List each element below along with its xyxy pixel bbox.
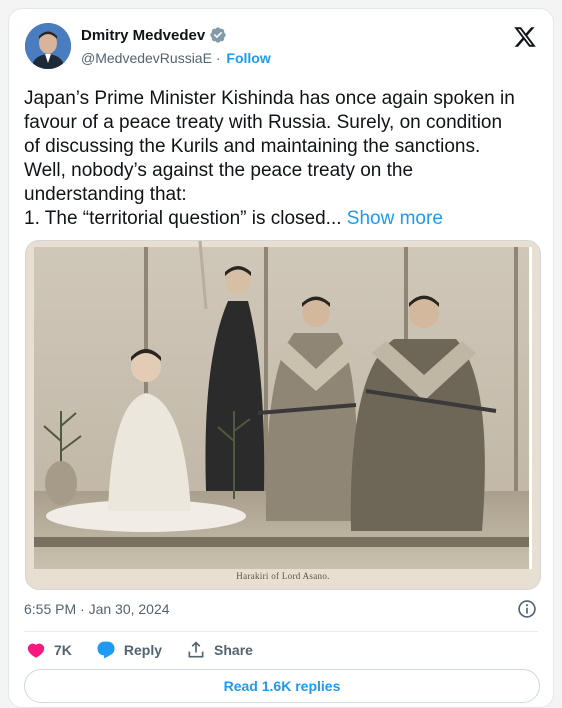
author-display-name[interactable]: Dmitry Medvedev: [81, 27, 205, 44]
x-logo-icon[interactable]: [513, 25, 537, 49]
heart-icon: [27, 643, 45, 658]
tweet-line-truncated: 1. The “territorial question” is closed.…: [24, 208, 342, 229]
share-icon: [188, 641, 204, 658]
reply-button[interactable]: Reply: [96, 640, 162, 660]
reply-bubble-icon: [97, 641, 115, 659]
tweet-line: of discussing the Kurils and maintaining…: [24, 136, 481, 157]
tweet-text: Japan’s Prime Minister Kishinda has once…: [24, 87, 544, 231]
follow-button[interactable]: Follow: [226, 50, 270, 66]
divider: [24, 631, 538, 632]
tweet-line: understanding that:: [24, 184, 187, 205]
info-icon[interactable]: [517, 599, 537, 619]
share-label: Share: [214, 642, 253, 658]
reply-label: Reply: [123, 642, 163, 658]
author-handle-row: @MedvedevRussiaE · Follow: [81, 50, 271, 66]
tweet-last-line: 1. The “territorial question” is closed.…: [24, 207, 544, 231]
read-replies-button[interactable]: Read 1.6K replies: [24, 669, 540, 703]
author-handle[interactable]: @MedvedevRussiaE: [81, 50, 212, 66]
tweet-timestamp[interactable]: 6:55 PM · Jan 30, 2024: [24, 601, 170, 617]
action-bar: 7K Reply Share: [26, 640, 277, 660]
likes-count: 7K: [54, 642, 72, 658]
author-name-row: Dmitry Medvedev: [81, 26, 227, 44]
photo-caption: Harakiri of Lord Asano.: [236, 571, 330, 581]
tweet-line: Well, nobody’s against the peace treaty …: [24, 160, 414, 181]
historical-photo-illustration: [26, 241, 540, 589]
tweet-line: Japan’s Prime Minister Kishinda has once…: [24, 88, 515, 109]
avatar[interactable]: [25, 23, 71, 69]
tweet-card: Dmitry Medvedev @MedvedevRussiaE · Follo…: [8, 8, 554, 708]
tweet-photo[interactable]: Harakiri of Lord Asano.: [25, 240, 541, 590]
verified-badge-icon: [210, 27, 226, 43]
like-button[interactable]: 7K: [26, 640, 72, 660]
share-button[interactable]: Share: [186, 640, 253, 660]
show-more-link[interactable]: Show more: [347, 208, 443, 229]
separator-dot: ·: [215, 50, 221, 66]
tweet-line: favour of a peace treaty with Russia. Su…: [24, 112, 503, 133]
